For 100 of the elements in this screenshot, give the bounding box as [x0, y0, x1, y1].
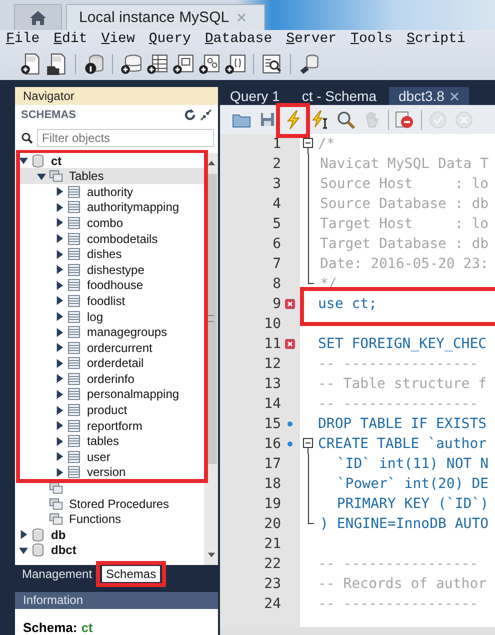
line-number: 3	[272, 176, 281, 192]
expanded-arrow-icon[interactable]	[19, 156, 28, 166]
table-icon	[67, 387, 81, 402]
editor-tab[interactable]: ct - Schema	[292, 87, 387, 105]
table-icon	[67, 325, 81, 340]
filter-field[interactable]: Filter objects	[37, 128, 214, 147]
table-icon	[67, 434, 81, 448]
table-icon	[67, 184, 81, 199]
line-number: 14	[263, 396, 281, 412]
code-line: ) ENGINE=InnoDB AUTO	[319, 516, 490, 532]
code-comment: Date: 2016-05-20 23:	[319, 256, 489, 272]
table-item[interactable]: tables	[87, 434, 120, 448]
panel-tab[interactable]: Management	[18, 566, 96, 582]
stop-sign-icon[interactable]	[395, 110, 415, 130]
table-plus-icon[interactable]	[146, 53, 168, 75]
panel-tab[interactable]: Schemas	[102, 566, 160, 582]
procedure-plus-icon[interactable]	[198, 53, 220, 75]
table-item[interactable]: orderdetail	[87, 356, 144, 370]
horizontal-scrollbar[interactable]	[220, 627, 495, 635]
folder-stack-icon	[49, 496, 63, 511]
table-item[interactable]: log	[87, 310, 104, 324]
sql-file-plus-icon[interactable]	[20, 53, 42, 75]
line-number: 22	[263, 556, 281, 572]
migration-icon[interactable]	[298, 53, 320, 75]
code-comment: Source Database : db	[319, 196, 489, 212]
function-plus-icon[interactable]	[224, 53, 246, 75]
code-comment: Target Host : lo	[319, 216, 489, 232]
line-number: 13	[263, 376, 281, 392]
tree-item[interactable]: Stored Procedures	[69, 496, 170, 511]
menu-item[interactable]: Database	[202, 31, 280, 47]
line-number: 6	[272, 236, 281, 252]
connection-tab[interactable]: Local instance MySQL	[66, 4, 266, 30]
table-icon	[67, 340, 81, 355]
expanded-arrow-icon[interactable]	[37, 172, 46, 181]
table-icon	[67, 418, 81, 433]
code-comment: Source Host : lo	[319, 176, 489, 192]
table-item[interactable]: personalmapping	[87, 387, 180, 402]
scroll-up-icon[interactable]	[206, 158, 216, 168]
refresh-icon[interactable]	[184, 109, 196, 122]
line-number: 16	[263, 436, 281, 452]
lightning-cursor-icon[interactable]	[310, 110, 330, 130]
editor-tab[interactable]: Query 1	[220, 87, 290, 105]
folder-stack-icon	[49, 481, 63, 496]
line-number: 4	[272, 196, 281, 212]
database-icon	[31, 528, 45, 542]
line-number: 2	[272, 156, 281, 172]
table-item[interactable]: user	[87, 450, 110, 464]
table-item[interactable]: version	[87, 465, 126, 480]
close-icon[interactable]	[450, 92, 460, 100]
collapsed-arrow-icon[interactable]	[19, 530, 28, 540]
tree-item[interactable]: Tables	[69, 169, 104, 184]
inspect-icon[interactable]	[261, 53, 283, 75]
table-item[interactable]: foodhouse	[87, 278, 144, 292]
table-icon	[67, 372, 81, 386]
line-number: 20	[263, 516, 281, 532]
folder-stack-icon	[49, 512, 63, 526]
menu-item[interactable]: Scripti	[404, 31, 474, 47]
schema-name[interactable]: db	[51, 528, 66, 542]
schema-name[interactable]: ct	[51, 154, 62, 168]
search-icon	[21, 132, 33, 144]
line-number: 5	[272, 216, 281, 232]
folder-stack-icon	[49, 169, 63, 184]
table-item[interactable]: product	[87, 403, 128, 418]
table-item[interactable]: dishestype	[87, 262, 144, 277]
code-comment: -- ----------------	[317, 596, 478, 612]
table-item[interactable]: authority	[87, 184, 134, 199]
editor-tab[interactable]: dbct3.8	[388, 87, 470, 105]
table-item[interactable]: combodetails	[87, 232, 158, 246]
menu-item[interactable]: Query	[146, 31, 199, 47]
expanded-arrow-icon[interactable]	[19, 546, 28, 555]
code-comment: -- Records of author	[317, 576, 487, 592]
line-number: 1	[272, 136, 281, 152]
menu-item[interactable]: Edit	[52, 31, 96, 47]
tree-item[interactable]: Functions	[69, 512, 122, 526]
table-icon	[67, 403, 81, 418]
magnifier-icon[interactable]	[336, 110, 356, 130]
table-item[interactable]: orderinfo	[87, 372, 134, 386]
table-item[interactable]: authoritymapping	[87, 200, 180, 214]
menu-item[interactable]: Tools	[348, 31, 401, 47]
line-number: 23	[263, 576, 281, 592]
database-plus-icon[interactable]	[120, 53, 142, 75]
table-item[interactable]: reportform	[87, 418, 142, 433]
table-item[interactable]: managegroups	[87, 325, 168, 340]
sql-file-folder-icon[interactable]	[46, 53, 68, 75]
info-value: ct	[81, 620, 93, 635]
database-info-icon[interactable]	[83, 53, 105, 75]
table-item[interactable]: dishes	[87, 247, 122, 262]
scroll-down-icon[interactable]	[206, 550, 216, 559]
table-item[interactable]: foodlist	[87, 294, 126, 308]
table-icon	[67, 294, 81, 308]
table-item[interactable]: combo	[87, 216, 124, 230]
view-plus-icon[interactable]	[172, 53, 194, 75]
schema-name[interactable]: dbct	[51, 543, 76, 558]
menu-item[interactable]: File	[4, 31, 48, 47]
home-tab[interactable]	[14, 4, 62, 30]
collapse-icon[interactable]	[200, 109, 212, 122]
menu-item[interactable]: Server	[284, 31, 345, 47]
menu-item[interactable]: View	[99, 31, 143, 47]
table-item[interactable]: ordercurrent	[87, 340, 152, 355]
code-line: `Power` int(20) DE	[336, 476, 490, 492]
